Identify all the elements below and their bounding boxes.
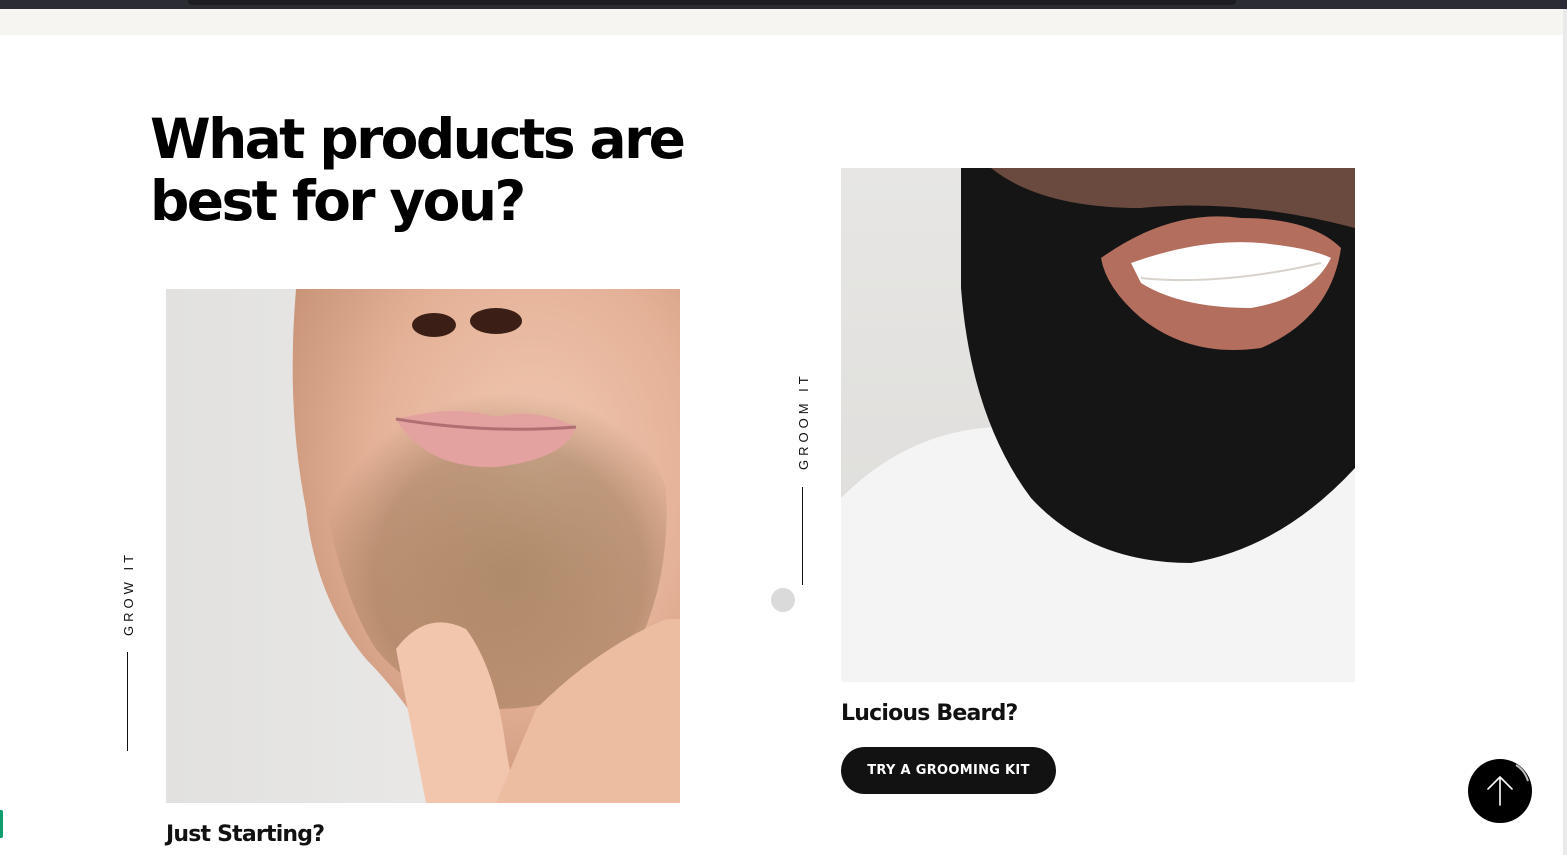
stubble-beard-image[interactable] xyxy=(166,289,680,803)
side-feedback-tab[interactable] xyxy=(0,810,3,838)
lucious-beard-title: Lucious Beard? xyxy=(841,701,1018,726)
heading-line-1: What products are xyxy=(150,107,686,171)
grow-it-label: GROW IT xyxy=(121,550,136,636)
just-starting-title: Just Starting? xyxy=(166,822,325,847)
section-heading: What products are best for you? xyxy=(150,108,750,232)
scroll-to-top-button[interactable] xyxy=(1468,759,1532,823)
arrow-up-icon xyxy=(1487,764,1529,806)
browser-tab-edge xyxy=(188,0,1236,5)
page-scrollbar[interactable] xyxy=(1563,9,1567,855)
try-grooming-kit-button[interactable]: TRY A GROOMING KIT xyxy=(841,747,1056,794)
heading-line-2: best for you? xyxy=(150,169,526,233)
grow-it-divider xyxy=(127,652,128,751)
top-banner-strip xyxy=(0,9,1567,35)
browser-top-bar xyxy=(0,0,1567,9)
groom-it-divider xyxy=(802,487,803,585)
slider-dot[interactable] xyxy=(771,588,795,612)
full-beard-image[interactable] xyxy=(841,168,1355,682)
groom-it-label: GROOM IT xyxy=(796,372,811,470)
